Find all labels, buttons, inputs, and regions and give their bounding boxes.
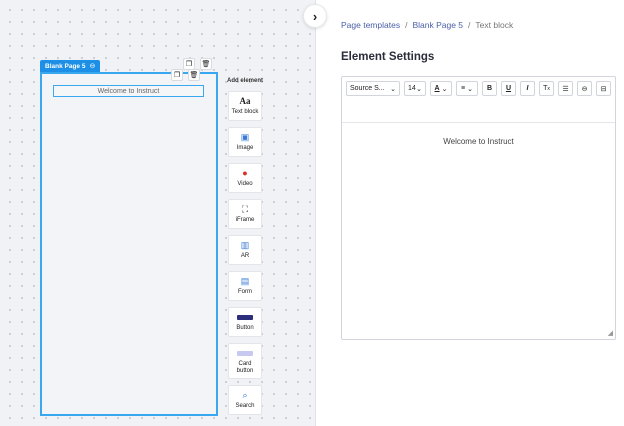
list-button[interactable]: ☰ xyxy=(558,81,573,96)
text-block-icon: Aa xyxy=(239,96,251,106)
embed-button[interactable]: ⊟ xyxy=(596,81,611,96)
chevron-down-icon: ⌄ xyxy=(441,85,448,93)
add-video-button[interactable]: ● Video xyxy=(228,163,262,193)
add-iframe-button[interactable]: ⛶ iFrame xyxy=(228,199,262,229)
breadcrumb-current: Text block xyxy=(475,20,514,30)
bold-button[interactable]: B xyxy=(482,81,497,96)
breadcrumb-separator: / xyxy=(405,20,408,30)
text-block-welcome[interactable]: Welcome to Instruct xyxy=(53,85,204,97)
add-image-button[interactable]: ▣ Image xyxy=(228,127,262,157)
clear-format-button[interactable]: Tx xyxy=(539,81,554,96)
card-button-label: Card button xyxy=(236,360,254,374)
font-family-select[interactable]: Source S... ⌄ xyxy=(346,81,400,96)
card-button-icon xyxy=(237,348,253,358)
add-element-title: Add element xyxy=(226,78,263,84)
copy-block-icon[interactable]: ❐ xyxy=(171,69,183,81)
add-button-button[interactable]: Button xyxy=(228,307,262,337)
breadcrumb: Page templates / Blank Page 5 / Text blo… xyxy=(341,20,513,30)
video-icon: ● xyxy=(242,168,248,178)
collapse-panel-button[interactable]: › xyxy=(303,4,327,28)
video-label: Video xyxy=(237,181,253,187)
image-icon: ▣ xyxy=(240,132,250,142)
text-block-label: Text block xyxy=(231,109,259,115)
add-card-button-button[interactable]: Card button xyxy=(228,343,262,379)
delete-page-icon[interactable]: 🗑 xyxy=(200,58,212,70)
panel-title: Element Settings xyxy=(341,51,435,63)
form-label: Form xyxy=(238,289,252,295)
page-tab[interactable]: Blank Page 5 ⊖ xyxy=(40,60,101,72)
button-icon xyxy=(237,312,253,322)
add-search-button[interactable]: ⌕ Search xyxy=(228,385,262,415)
add-ar-button[interactable]: ▥ AR xyxy=(228,235,262,265)
link-button[interactable]: ⊖ xyxy=(577,81,592,96)
font-family-value: Source S... xyxy=(350,85,385,92)
breadcrumb-page-templates[interactable]: Page templates xyxy=(341,20,400,30)
add-form-button[interactable]: ▤ Form xyxy=(228,271,262,301)
text-color-icon: A xyxy=(434,85,440,92)
toolbar-divider xyxy=(342,122,615,123)
align-left-icon: ≡ xyxy=(461,85,466,92)
search-icon: ⌕ xyxy=(242,390,248,400)
ar-label: AR xyxy=(240,253,250,259)
breadcrumb-separator: / xyxy=(468,20,471,30)
list-icon: ☰ xyxy=(562,85,569,93)
breadcrumb-blank-page[interactable]: Blank Page 5 xyxy=(412,20,463,30)
search-label: Search xyxy=(235,403,255,409)
resize-handle-icon[interactable]: ◢ xyxy=(608,329,613,337)
editor-content-text[interactable]: Welcome to Instruct xyxy=(342,137,615,146)
add-text-block-button[interactable]: Aa Text block xyxy=(228,91,262,121)
image-label: Image xyxy=(236,145,254,151)
iframe-label: iFrame xyxy=(235,217,255,223)
italic-button[interactable]: I xyxy=(520,81,535,96)
underline-button[interactable]: U xyxy=(501,81,516,96)
delete-block-icon[interactable]: 🗑 xyxy=(188,69,200,81)
chevron-down-icon: ⌄ xyxy=(467,85,473,93)
rich-text-editor[interactable]: Source S... ⌄ 14 ⌄ A ⌄ ≡ ⌄ B U I Tx ☰ ⊖ … xyxy=(341,76,616,340)
link-icon: ⊖ xyxy=(581,85,588,93)
align-button[interactable]: ≡ ⌄ xyxy=(456,81,478,96)
ar-icon: ▥ xyxy=(240,240,250,250)
font-size-select[interactable]: 14 ⌄ xyxy=(404,81,426,96)
page-tab-label: Blank Page 5 xyxy=(45,62,86,70)
chevron-down-icon: ⌄ xyxy=(390,85,396,93)
chevron-down-icon: ⌄ xyxy=(416,85,422,93)
font-size-value: 14 xyxy=(408,85,416,92)
chevron-right-icon: › xyxy=(312,8,318,24)
iframe-icon: ⛶ xyxy=(241,204,249,214)
editor-toolbar: Source S... ⌄ 14 ⌄ A ⌄ ≡ ⌄ B U I Tx ☰ ⊖ … xyxy=(342,77,615,96)
page-frame[interactable] xyxy=(40,72,218,416)
embed-icon: ⊟ xyxy=(600,85,607,93)
button-label: Button xyxy=(236,325,254,331)
form-icon: ▤ xyxy=(240,276,250,286)
link-icon[interactable]: ⊖ xyxy=(89,62,95,70)
text-color-button[interactable]: A ⌄ xyxy=(430,81,452,96)
